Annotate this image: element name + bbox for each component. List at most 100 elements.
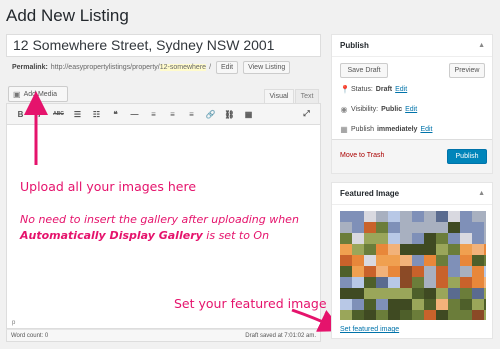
mosaic-tile [376, 266, 388, 277]
mosaic-tile [448, 244, 460, 255]
move-to-trash-link[interactable]: Move to Trash [340, 152, 384, 159]
eye-icon: ◉ [340, 105, 348, 114]
set-featured-image-link[interactable]: Set featured image [340, 326, 399, 333]
caret-up-icon[interactable]: ▲ [478, 183, 485, 204]
publish-box-header[interactable]: Publish ▲ [332, 35, 492, 57]
mosaic-tile [340, 244, 352, 255]
featured-box-title: Featured Image [340, 189, 400, 198]
mosaic-tile [364, 244, 376, 255]
mosaic-tile [436, 222, 448, 233]
mosaic-tile [472, 255, 484, 266]
mosaic-tile [484, 277, 486, 288]
mosaic-tile [448, 288, 460, 299]
featured-box-header[interactable]: Featured Image ▲ [332, 183, 492, 205]
permalink-slug[interactable]: 12-somewhere [159, 64, 207, 71]
caret-up-icon[interactable]: ▲ [478, 35, 485, 56]
mosaic-tile [376, 288, 388, 299]
horizontal-line-icon[interactable]: — [127, 107, 142, 121]
mosaic-tile [388, 277, 400, 288]
calendar-icon: ▦ [340, 125, 348, 134]
mosaic-tile [448, 211, 460, 222]
mosaic-tile [376, 255, 388, 266]
featured-image-thumbnail[interactable] [340, 211, 486, 320]
mosaic-tile [412, 299, 424, 310]
mosaic-tile [388, 222, 400, 233]
mosaic-tile [484, 211, 486, 222]
mosaic-tile [364, 222, 376, 233]
annotation-auto-display-rest: is set to On [202, 229, 270, 242]
annotation-upload: Upload all your images here [20, 179, 197, 194]
fullscreen-icon[interactable]: ⤢ [299, 107, 314, 121]
toolbar-toggle-icon[interactable]: ▦ [241, 107, 256, 121]
mosaic-tile [352, 288, 364, 299]
remove-link-icon[interactable]: ⛓ [222, 107, 237, 121]
status-label: Status: [351, 86, 373, 93]
mosaic-tile [460, 222, 472, 233]
mosaic-tile [352, 233, 364, 244]
mosaic-tile [448, 310, 460, 320]
mosaic-tile [484, 244, 486, 255]
word-count: Word count: 0 [11, 332, 49, 339]
visibility-edit-link[interactable]: Edit [405, 106, 417, 113]
numbered-list-icon[interactable]: ☷ [89, 107, 104, 121]
align-center-icon[interactable]: ≡ [165, 107, 180, 121]
align-left-icon[interactable]: ≡ [146, 107, 161, 121]
mosaic-tile [484, 255, 486, 266]
mosaic-tile [400, 288, 412, 299]
mosaic-tile [436, 255, 448, 266]
mosaic-tile [472, 299, 484, 310]
align-right-icon[interactable]: ≡ [184, 107, 199, 121]
mosaic-tile [400, 222, 412, 233]
mosaic-tile [472, 211, 484, 222]
mosaic-tile [424, 233, 436, 244]
mosaic-tile [400, 233, 412, 244]
mosaic-tile [460, 244, 472, 255]
mosaic-tile [352, 255, 364, 266]
mosaic-tile [376, 244, 388, 255]
mosaic-tile [448, 266, 460, 277]
blockquote-icon[interactable]: ❝ [108, 107, 123, 121]
mosaic-tile [436, 299, 448, 310]
mosaic-tile [340, 255, 352, 266]
editor-toolbar: B I ABC ☰ ☷ ❝ — ≡ ≡ ≡ 🔗 ⛓ ▦ ⤢ [6, 103, 321, 125]
bold-icon[interactable]: B [13, 107, 28, 121]
annotation-auto-display: Automatically Display Gallery is set to … [20, 229, 269, 242]
preview-button[interactable]: Preview [449, 63, 485, 78]
mosaic-tile [424, 255, 436, 266]
mosaic-tile [400, 310, 412, 320]
mosaic-tile [400, 211, 412, 222]
visibility-label: Visibility: [351, 106, 379, 113]
permalink-edit-button[interactable]: Edit [216, 61, 239, 74]
mosaic-tile [400, 255, 412, 266]
status-edit-link[interactable]: Edit [395, 86, 407, 93]
italic-icon[interactable]: I [32, 107, 47, 121]
insert-link-icon[interactable]: 🔗 [203, 107, 218, 121]
mosaic-image [340, 211, 486, 320]
mosaic-tile [472, 266, 484, 277]
mosaic-tile [460, 266, 472, 277]
mosaic-tile [436, 310, 448, 320]
mosaic-tile [400, 244, 412, 255]
mosaic-tile [472, 233, 484, 244]
tab-visual[interactable]: Visual [264, 89, 294, 103]
editor-path: p [6, 318, 321, 329]
save-draft-button[interactable]: Save Draft [340, 63, 388, 78]
view-listing-button[interactable]: View Listing [243, 61, 291, 74]
mosaic-tile [376, 222, 388, 233]
mosaic-tile [460, 310, 472, 320]
mosaic-tile [472, 244, 484, 255]
mosaic-tile [448, 233, 460, 244]
mosaic-tile [340, 211, 352, 222]
page-title: Add New Listing [6, 6, 129, 25]
post-title-input[interactable]: 12 Somewhere Street, Sydney NSW 2001 [6, 34, 321, 57]
strikethrough-icon[interactable]: ABC [51, 107, 66, 121]
mosaic-tile [472, 288, 484, 299]
publish-button[interactable]: Publish [447, 149, 487, 164]
bullet-list-icon[interactable]: ☰ [70, 107, 85, 121]
publish-date-edit-link[interactable]: Edit [420, 126, 432, 133]
mosaic-tile [352, 222, 364, 233]
mosaic-tile [448, 299, 460, 310]
tab-text[interactable]: Text [295, 89, 319, 103]
mosaic-tile [448, 277, 460, 288]
add-media-button[interactable]: ▣ Add Media [8, 86, 68, 102]
